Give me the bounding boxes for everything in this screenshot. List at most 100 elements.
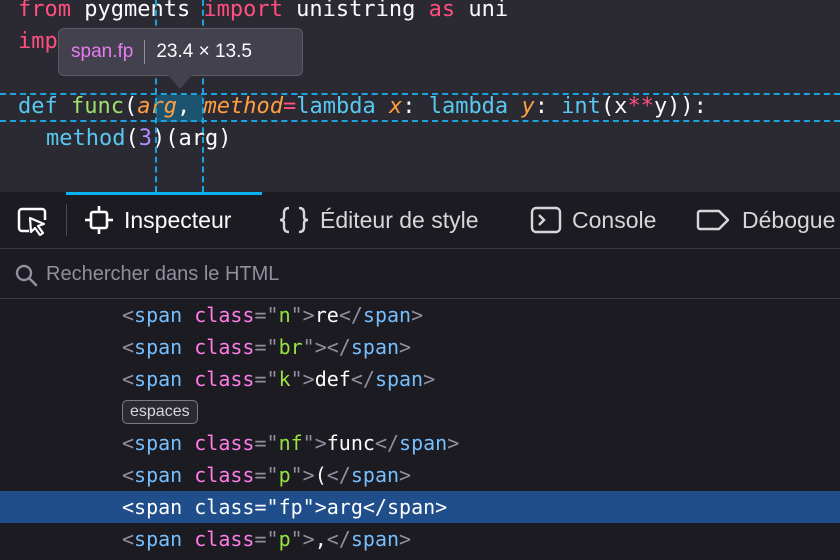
tab-console-label: Console (572, 206, 657, 233)
tag-bracket: > (399, 463, 412, 487)
attr-name: class (194, 335, 255, 359)
tag-space (182, 527, 194, 551)
toolbar-divider (66, 204, 67, 236)
code-token: lambda (428, 94, 509, 119)
tag-bracket: </ (350, 367, 375, 391)
code-token: import (203, 0, 283, 22)
tag-space (182, 495, 194, 519)
markup-node: <span class="k">def</span> (122, 363, 435, 395)
tag-bracket: > (435, 495, 448, 519)
element-info-tooltip: span.fp 23.4 × 13.5 (58, 28, 303, 76)
tag-space (182, 303, 194, 327)
attr-name: class (194, 527, 255, 551)
tag-bracket: </ (326, 463, 351, 487)
markup-node: <span class="n">re</span> (122, 299, 423, 331)
node-text: func (326, 431, 375, 455)
markup-node-row[interactable]: <span class="br"></span> (0, 331, 840, 363)
code-token: : (534, 94, 562, 119)
code-token: as (428, 0, 456, 22)
markup-node-row[interactable]: <span class="n">re</span> (0, 299, 840, 331)
attr-name: class (194, 463, 255, 487)
attr-equals: =" (254, 527, 279, 551)
closing-tag-name: span (362, 303, 412, 327)
code-line-3: def func(arg, method=lambda x: lambda y:… (18, 91, 720, 123)
markup-node: <span class="br"></span> (122, 331, 411, 363)
tab-style-editor[interactable]: Éditeur de style (278, 192, 479, 248)
whitespace-badge[interactable]: espaces (122, 400, 198, 424)
code-token: uni (455, 0, 509, 22)
code-token: lambda (296, 94, 376, 119)
html-search-bar (0, 249, 840, 299)
tag-bracket: < (122, 431, 135, 455)
attr-equals: =" (254, 463, 279, 487)
node-text: , (314, 527, 327, 551)
tag-bracket: < (122, 495, 135, 519)
style-editor-icon (279, 206, 309, 234)
closing-tag-name: span (350, 527, 400, 551)
tag-name: span (134, 303, 183, 327)
tag-bracket: < (122, 527, 135, 551)
tag-name: span (134, 367, 183, 391)
tag-name: span (134, 495, 183, 519)
tag-name: span (134, 527, 183, 551)
attr-close: "> (302, 431, 327, 455)
attr-equals: =" (254, 303, 279, 327)
closing-tag-name: span (386, 495, 436, 519)
attr-value: n (278, 303, 291, 327)
code-token: ( (125, 126, 139, 151)
code-line-2: imp (18, 26, 58, 58)
code-token: , (176, 94, 204, 119)
code-token: ( (123, 94, 138, 119)
code-token: ** (627, 94, 654, 119)
code-token: from (18, 0, 71, 22)
attr-value: k (278, 367, 291, 391)
markup-node-row[interactable]: <span class="p">(</span> (0, 459, 840, 491)
markup-node-row[interactable]: espaces (0, 395, 840, 427)
closing-tag-name: span (399, 431, 448, 455)
attr-equals: =" (254, 495, 279, 519)
tooltip-arrow (168, 75, 192, 89)
markup-node: <span class="p">(</span> (122, 459, 411, 491)
attr-equals: =" (254, 335, 279, 359)
attr-name: class (194, 495, 255, 519)
code-token: x (388, 94, 403, 119)
markup-node-row[interactable]: <span class="p">,</span> (0, 523, 840, 555)
tab-console[interactable]: Console (530, 192, 656, 248)
tag-space (182, 463, 194, 487)
tag-name: span (134, 335, 183, 359)
tag-bracket: </ (338, 303, 363, 327)
attr-close: "> (302, 335, 327, 359)
closing-tag-name: span (350, 335, 400, 359)
markup-tree: <span class="n">re</span> <span class="br… (0, 299, 840, 560)
markup-node-row[interactable]: <span class="nf">func</span> (0, 427, 840, 459)
tag-space (182, 367, 194, 391)
markup-node-row[interactable]: <span class="fp">arg</span> (0, 491, 840, 523)
tab-debugger[interactable]: Débogue (696, 192, 835, 248)
code-token: imp (18, 29, 58, 54)
code-token: (x (600, 94, 628, 119)
attr-close: "> (290, 367, 315, 391)
highlight-guide-top (0, 93, 840, 95)
markup-node-row[interactable]: <span class="k">def</span> (0, 363, 840, 395)
tag-bracket: > (399, 335, 412, 359)
attr-value: br (278, 335, 303, 359)
tag-bracket: > (411, 303, 424, 327)
attr-value: fp (278, 495, 303, 519)
search-icon (15, 264, 38, 287)
attr-value: p (278, 463, 291, 487)
debugger-icon (696, 209, 730, 231)
markup-node: <span class="fp">arg</span> (122, 491, 447, 523)
tab-inspector[interactable]: Inspecteur (84, 192, 231, 248)
node-text: re (314, 303, 339, 327)
attr-value: nf (278, 431, 303, 455)
tooltip-tag: span.fp (71, 41, 134, 62)
element-picker-button[interactable] (14, 204, 50, 240)
tag-bracket: </ (374, 431, 400, 455)
html-search-input[interactable] (46, 259, 806, 289)
code-token: unistring (282, 0, 429, 22)
closing-tag-name: span (374, 367, 424, 391)
node-text: ( (314, 463, 327, 487)
tab-style-editor-label: Éditeur de style (320, 206, 479, 233)
attr-value: p (278, 527, 291, 551)
